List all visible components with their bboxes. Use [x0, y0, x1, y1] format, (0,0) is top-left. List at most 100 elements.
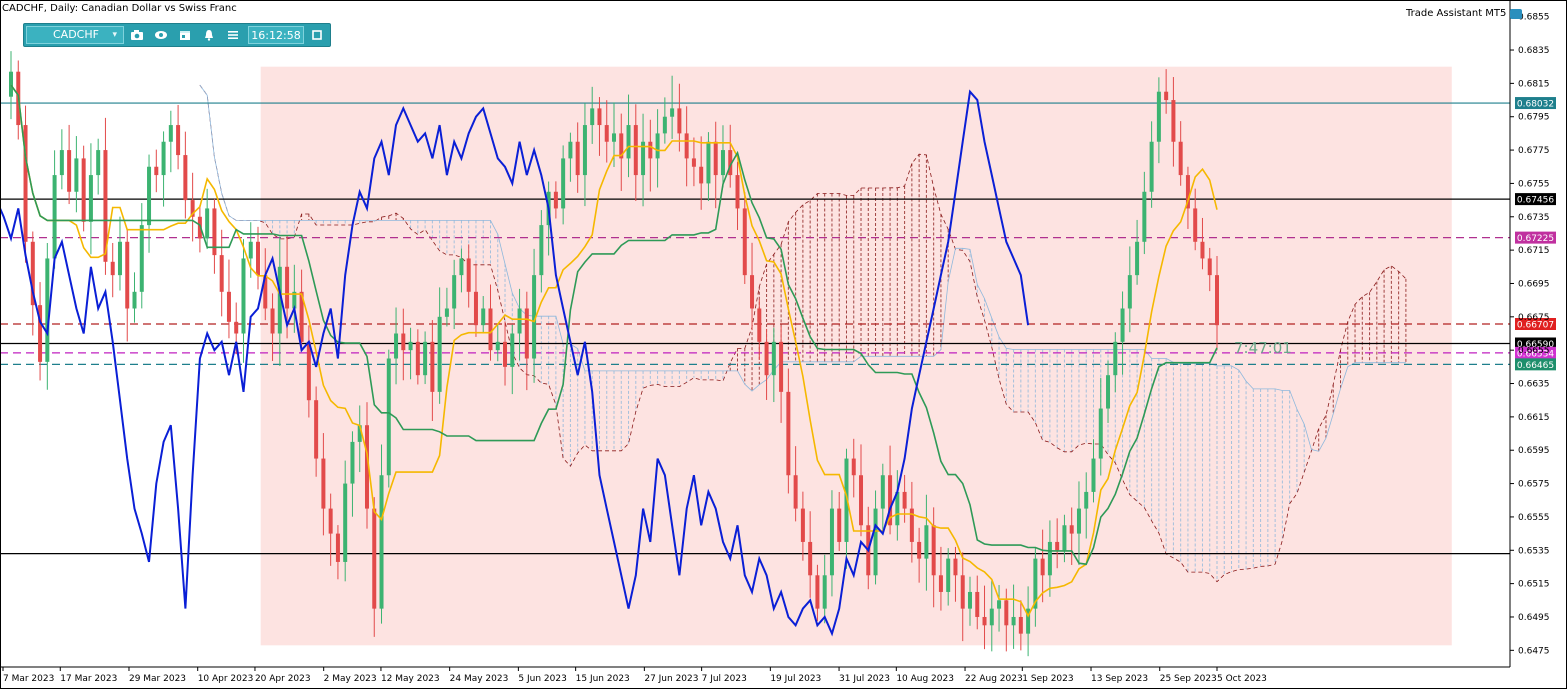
menu-button[interactable] [222, 26, 244, 44]
candle-body [938, 575, 943, 592]
x-tick-label: 24 May 2023 [450, 674, 509, 684]
symbol-selector[interactable]: CADCHF ▾ [26, 26, 124, 44]
x-tick-label: 1 Sep 2023 [1022, 674, 1073, 684]
y-tick-label: 0.6615 [1518, 413, 1550, 423]
candle [168, 110, 173, 173]
candle-body [1055, 541, 1060, 551]
candle-body [147, 166, 152, 226]
y-tick-label: 0.6575 [1518, 480, 1550, 490]
candle-body [902, 491, 907, 509]
chart-title: CADCHF, Daily: Canadian Dollar vs Swiss … [2, 3, 237, 14]
trade-toolbar: CADCHF ▾ 16:12:58 [23, 23, 331, 47]
x-tick-label: 25 Sep 2023 [1160, 674, 1217, 684]
candle-body [829, 508, 834, 576]
candle [176, 104, 181, 170]
candle-body [960, 575, 965, 609]
candle-body [168, 125, 173, 142]
calendar-button[interactable] [174, 26, 196, 44]
candle-body [539, 225, 544, 276]
price-chart[interactable]: 0.680320.674560.672250.667070.665900.665… [0, 0, 1567, 689]
x-tick-label: 17 Mar 2023 [60, 674, 117, 684]
candle-body [946, 558, 951, 592]
candle-body [1106, 375, 1111, 409]
candle-body [212, 208, 217, 256]
candle [38, 282, 43, 381]
candle-body [154, 166, 159, 176]
visibility-button[interactable] [150, 26, 172, 44]
candle-body [997, 600, 1002, 609]
candle [96, 138, 101, 195]
candle-body [706, 141, 711, 184]
candle-body [132, 291, 137, 309]
candle [81, 145, 86, 232]
candle-body [350, 441, 355, 484]
candle-body [604, 125, 609, 142]
trade-assistant-label[interactable]: Trade Assistant MT5 [1406, 8, 1523, 19]
candle-body [713, 141, 718, 176]
candle-body [88, 175, 93, 222]
price-tag-label: 0.67225 [1517, 234, 1554, 244]
candle-body [779, 341, 784, 392]
candle-body [808, 541, 813, 576]
candle-body [117, 241, 122, 276]
chevron-down-icon: ▾ [112, 30, 117, 40]
candle-body [1178, 141, 1183, 176]
y-tick-label: 0.6775 [1518, 146, 1550, 156]
candle-body [517, 308, 522, 334]
candle-body [561, 158, 566, 209]
y-tick-label: 0.6655 [1518, 346, 1550, 356]
candle-body [699, 166, 704, 184]
candle-body [1215, 275, 1219, 326]
candle-body [691, 158, 696, 167]
candle-body [503, 341, 508, 367]
screenshot-button[interactable] [126, 26, 148, 44]
candle-body [430, 341, 435, 392]
candle-body [1091, 458, 1096, 492]
candle-body [764, 341, 769, 376]
candle-body [176, 125, 181, 156]
y-tick-label: 0.6555 [1518, 513, 1550, 523]
x-tick-label: 20 Apr 2023 [255, 674, 311, 684]
candle-body [1113, 341, 1118, 376]
candle-body [183, 155, 188, 201]
candle [125, 229, 130, 342]
candle-body [757, 308, 762, 342]
candle-body [328, 508, 333, 534]
candle-body [1149, 141, 1154, 192]
candle-body [1047, 541, 1052, 576]
candle [59, 129, 64, 190]
candle-body [953, 558, 958, 576]
alerts-button[interactable] [198, 26, 220, 44]
x-tick-label: 5 Jun 2023 [518, 674, 566, 684]
candle-body [524, 308, 529, 359]
candle-body [1200, 241, 1205, 259]
x-tick-label: 2 May 2023 [324, 674, 377, 684]
bar-countdown-label: 7:47:01 [1234, 339, 1292, 357]
candle-body [52, 175, 57, 259]
candle-body [473, 291, 478, 326]
candle-body [372, 508, 377, 609]
x-tick-label: 7 Jul 2023 [702, 674, 747, 684]
x-tick-label: 15 Jun 2023 [576, 674, 630, 684]
x-tick-label: 19 Jul 2023 [770, 674, 821, 684]
candle-body [314, 400, 319, 459]
y-tick-label: 0.6495 [1518, 613, 1550, 623]
candle-body [67, 150, 72, 192]
window-button[interactable] [306, 26, 328, 44]
candle-body [800, 508, 805, 542]
menu-icon [228, 31, 238, 39]
candle-body [684, 133, 689, 159]
candle [386, 349, 391, 488]
candle-body [931, 525, 936, 576]
price-tag: 0.68032 [1515, 97, 1556, 110]
candle-body [226, 291, 231, 322]
candle-body [9, 71, 13, 97]
graduation-cap-icon [1510, 8, 1523, 19]
candle-body [735, 175, 740, 209]
candle-body [590, 108, 595, 126]
candle-body [851, 458, 856, 476]
price-tag: 0.67456 [1515, 193, 1556, 206]
candle-body [662, 116, 667, 134]
candle-body [982, 616, 987, 626]
window-icon [312, 30, 322, 40]
